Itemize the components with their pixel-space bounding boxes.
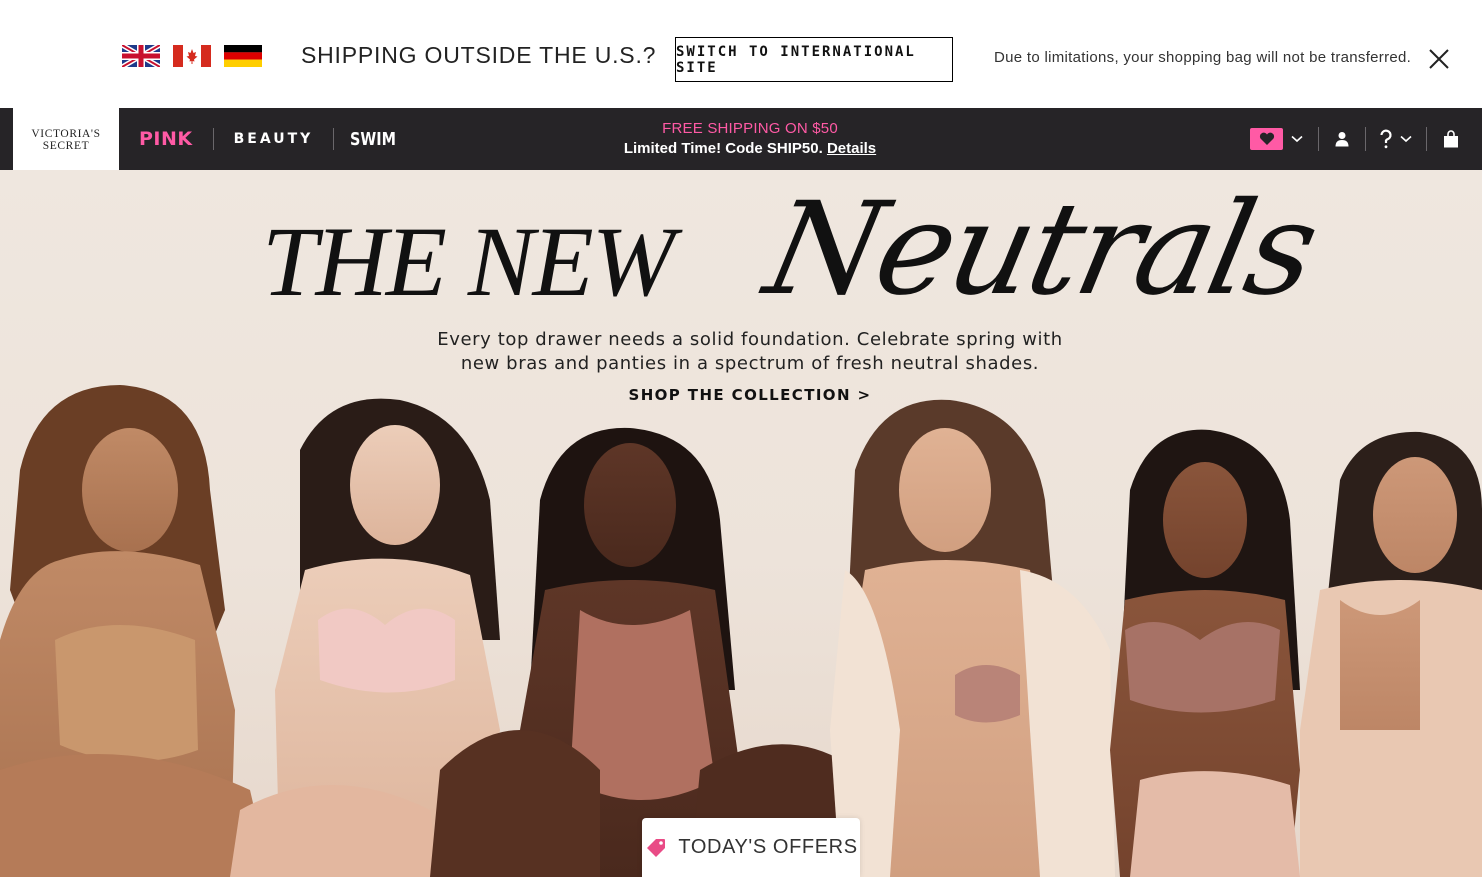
flag-uk-icon[interactable] xyxy=(122,45,160,67)
help-button[interactable] xyxy=(1380,129,1412,149)
nav-link-pink[interactable]: PINK xyxy=(119,128,214,150)
hero-copy-line-1: Every top drawer needs a solid foundatio… xyxy=(437,329,1063,350)
bag-transfer-note: Due to limitations, your shopping bag wi… xyxy=(994,49,1412,66)
heart-icon xyxy=(1259,132,1274,145)
promo-details-link[interactable]: Details xyxy=(827,140,876,157)
price-tag-icon xyxy=(647,838,666,857)
international-banner: SHIPPING OUTSIDE THE U.S.? SWITCH TO INT… xyxy=(0,0,1482,108)
todays-offers-label: TODAY'S OFFERS xyxy=(678,836,858,858)
promo-code-text: Limited Time! Code SHIP50. xyxy=(623,140,823,157)
main-navbar: VICTORIA'S SECRET PINK BEAUTY SWIM FREE … xyxy=(0,108,1482,172)
chevron-down-icon xyxy=(1291,135,1303,143)
logo-line-2: SECRET xyxy=(42,140,90,152)
hero-description: Every top drawer needs a solid foundatio… xyxy=(400,328,1100,376)
promo-headline: FREE SHIPPING ON $50 xyxy=(662,120,838,137)
nav-divider xyxy=(1365,127,1366,151)
flag-germany-icon[interactable] xyxy=(224,45,262,67)
nav-divider xyxy=(1426,127,1427,151)
nav-link-swim[interactable]: SWIM xyxy=(334,128,412,150)
hero-copy-line-2: new bras and panties in a spectrum of fr… xyxy=(460,353,1040,374)
logo-line-1: VICTORIA'S xyxy=(31,128,101,140)
nav-link-beauty[interactable]: BEAUTY xyxy=(214,128,335,150)
close-icon[interactable] xyxy=(1426,46,1452,72)
switch-international-button[interactable]: SWITCH TO INTERNATIONAL SITE xyxy=(675,37,953,82)
brand-links: PINK BEAUTY SWIM xyxy=(119,108,432,170)
nav-divider xyxy=(1318,127,1319,151)
hero-banner[interactable]: THE NEW Neutrals Every top drawer needs … xyxy=(0,170,1482,877)
victorias-secret-logo[interactable]: VICTORIA'S SECRET xyxy=(13,108,119,172)
hero-title-part-2: Neutrals xyxy=(754,175,1328,324)
shop-collection-link[interactable]: SHOP THE COLLECTION > xyxy=(600,386,900,404)
promo-subline: Limited Time! Code SHIP50. Details xyxy=(560,138,940,159)
heart-badge xyxy=(1250,128,1283,150)
promo-banner: FREE SHIPPING ON $50 Limited Time! Code … xyxy=(560,119,940,159)
favorites-button[interactable] xyxy=(1250,128,1303,150)
help-icon xyxy=(1380,129,1392,149)
chevron-down-icon xyxy=(1400,135,1412,143)
todays-offers-button[interactable]: TODAY'S OFFERS xyxy=(642,818,860,877)
flag-group xyxy=(122,45,262,67)
nav-utility-icons xyxy=(1250,108,1459,170)
hero-title-part-1: THE NEW xyxy=(262,206,675,317)
flag-canada-icon[interactable] xyxy=(173,45,211,67)
shipping-question: SHIPPING OUTSIDE THE U.S.? xyxy=(301,42,657,68)
account-icon[interactable] xyxy=(1335,131,1349,147)
shopping-bag-icon[interactable] xyxy=(1443,130,1459,148)
